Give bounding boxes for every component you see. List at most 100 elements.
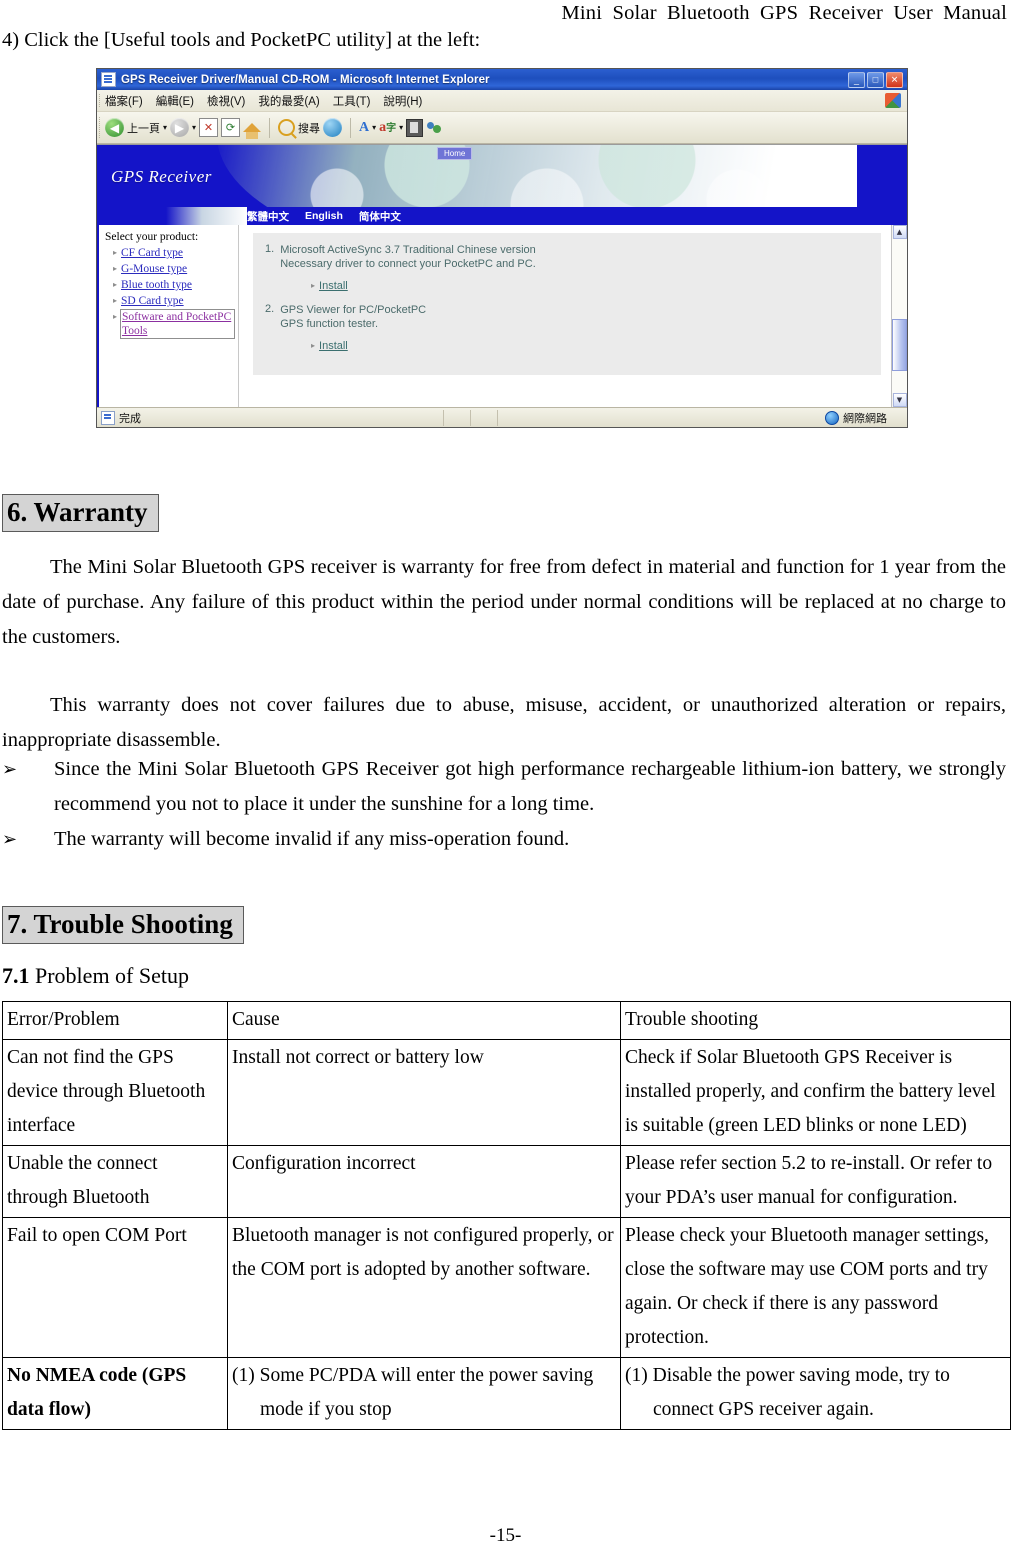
forward-arrow-icon: ▶ (170, 118, 190, 137)
font-size-button[interactable]: A ▾ (359, 120, 376, 136)
menu-edit[interactable]: 編輯(E) (156, 93, 194, 109)
sidebar-item-cf-card-type[interactable]: ▸ CF Card type (113, 246, 234, 260)
back-dropdown-caret-icon[interactable]: ▾ (163, 123, 167, 132)
translate-dropdown-caret-icon[interactable]: ▾ (399, 123, 403, 132)
language-link-simplified-chinese[interactable]: 简体中文 (359, 209, 401, 224)
close-button[interactable]: ✕ (886, 71, 903, 88)
translate-button[interactable]: a字 ▾ (379, 119, 403, 136)
cell-fix: Check if Solar Bluetooth GPS Receiver is… (620, 1039, 1011, 1146)
install-link[interactable]: Install (319, 280, 348, 292)
ie-menu-bar: 檔案(F) 編輯(E) 檢視(V) 我的最愛(A) 工具(T) 說明(H) (97, 90, 907, 112)
status-pane-3 (496, 409, 524, 426)
bullet-triangle-icon: ▸ (311, 281, 316, 290)
close-icon: ✕ (890, 74, 899, 84)
forward-dropdown-caret-icon[interactable]: ▾ (192, 123, 196, 132)
ie-title-bar: GPS Receiver Driver/Manual CD-ROM - Micr… (97, 69, 907, 90)
menu-favorites[interactable]: 我的最愛(A) (258, 93, 319, 109)
ie-status-bar: 完成 網際網路 (97, 407, 907, 427)
running-header: Mini Solar Bluetooth GPS Receiver User M… (561, 2, 1007, 24)
sidebar-title: Select your product: (105, 231, 199, 243)
cell-error: Can not find the GPS device through Blue… (2, 1039, 228, 1146)
table-row: Can not find the GPS device through Blue… (2, 1039, 1011, 1146)
letter-a-icon: A (359, 119, 370, 135)
heading-warranty: 6. Warranty (2, 494, 159, 532)
sidebar-item-label: G-Mouse type (121, 263, 188, 275)
stop-button[interactable]: ✕ (199, 118, 219, 137)
home-button[interactable] (243, 123, 262, 139)
install-link[interactable]: Install (319, 340, 348, 352)
bullet-triangle-icon: ▸ (311, 341, 316, 350)
forward-button[interactable]: ▶ ▾ (170, 118, 196, 137)
table-row: No NMEA code (GPS data flow) (1) Some PC… (2, 1357, 1011, 1430)
warranty-bullet-2: ➢ The warranty will become invalid if an… (2, 822, 1006, 857)
refresh-button[interactable]: ⟳ (221, 118, 241, 137)
bullet-triangle-icon: ▸ (113, 296, 118, 305)
status-pane-2 (469, 409, 497, 426)
cell-fix: (1) Disable the power saving mode, try t… (620, 1357, 1011, 1430)
back-button[interactable]: ◀ 上一頁 ▾ (105, 118, 167, 137)
media-button[interactable] (406, 118, 424, 137)
warranty-paragraph-1-text: The Mini Solar Bluetooth GPS receiver is… (2, 556, 1006, 648)
tool-item-number: 1. (265, 243, 275, 255)
favorites-icon[interactable] (323, 118, 343, 137)
arrow-bullet-icon: ➢ (2, 759, 18, 780)
home-tab-button[interactable]: Home (437, 147, 473, 160)
scroll-down-arrow-icon[interactable]: ▼ (892, 393, 907, 407)
toolbar-separator-2 (350, 117, 352, 138)
sidebar-item-blue-tooth-type[interactable]: ▸ Blue tooth type (113, 278, 234, 292)
messenger-icon[interactable] (426, 120, 443, 136)
ie-toolbar: ◀ 上一頁 ▾ ▶ ▾ ✕ ⟳ 搜尋 A ▾ a字 ▾ (97, 112, 907, 144)
heading-trouble-shooting: 7. Trouble Shooting (2, 906, 244, 944)
search-button[interactable]: 搜尋 (278, 119, 320, 136)
install-link-row-2[interactable]: ▸ Install (311, 339, 869, 353)
table-row: Fail to open COM Port Bluetooth manager … (2, 1217, 1011, 1358)
install-link-row-1[interactable]: ▸ Install (311, 279, 869, 293)
trouble-shooting-table: Error/Problem Cause Trouble shooting Can… (2, 1001, 1011, 1430)
tool-item-number: 2. (265, 303, 275, 315)
menu-view[interactable]: 檢視(V) (207, 93, 245, 109)
vertical-scrollbar[interactable]: ▲ ▼ (891, 225, 907, 407)
sidebar-item-software-and-pocketpc-tools[interactable]: ▸ Software and PocketPC Tools (113, 309, 235, 339)
ie-document-icon (101, 72, 116, 87)
sidebar-item-sd-card-type[interactable]: ▸ SD Card type (113, 294, 234, 308)
status-document-icon (101, 410, 115, 425)
table-header-cause: Cause (227, 1001, 621, 1040)
tool-item-text: GPS Viewer for PC/PocketPC GPS function … (280, 303, 426, 331)
bullet-triangle-icon: ▸ (113, 248, 118, 257)
home-icon (243, 123, 262, 139)
language-link-english[interactable]: English (305, 210, 343, 222)
cell-cause-text: (1) Some PC/PDA will enter the power sav… (232, 1365, 594, 1420)
scroll-up-arrow-icon[interactable]: ▲ (892, 225, 907, 239)
cell-cause: (1) Some PC/PDA will enter the power sav… (227, 1357, 621, 1430)
bullet-triangle-icon: ▸ (113, 312, 118, 321)
menu-tools[interactable]: 工具(T) (333, 93, 371, 109)
translate-icon: a字 (379, 120, 397, 135)
status-pane-1 (442, 409, 470, 426)
subheading-number: 7.1 (2, 963, 30, 988)
status-text-left: 完成 (119, 412, 141, 425)
sidebar-item-g-mouse-type[interactable]: ▸ G-Mouse type (113, 262, 234, 276)
cell-cause: Install not correct or battery low (227, 1039, 621, 1146)
intro-step-line: 4) Click the [Useful tools and PocketPC … (2, 29, 481, 51)
language-link-traditional-chinese[interactable]: 繁體中文 (247, 209, 289, 224)
scrollbar-thumb[interactable] (892, 319, 907, 371)
warranty-paragraph-1: The Mini Solar Bluetooth GPS receiver is… (2, 550, 1006, 655)
windows-logo-icon (885, 93, 901, 108)
menu-help[interactable]: 說明(H) (383, 93, 422, 109)
tools-panel: 1. Microsoft ActiveSync 3.7 Traditional … (253, 233, 881, 375)
font-dropdown-caret-icon[interactable]: ▾ (372, 123, 376, 132)
minimize-button[interactable]: _ (848, 71, 865, 88)
ie-window: GPS Receiver Driver/Manual CD-ROM - Micr… (97, 69, 907, 427)
cell-error: Unable the connect through Bluetooth (2, 1145, 228, 1218)
warranty-paragraph-2-text: This warranty does not cover failures du… (2, 694, 1006, 751)
warranty-bullet-1: ➢ Since the Mini Solar Bluetooth GPS Rec… (2, 752, 1006, 822)
cell-cause: Bluetooth manager is not configured prop… (227, 1217, 621, 1358)
cell-fix: Please refer section 5.2 to re-install. … (620, 1145, 1011, 1218)
site-banner-title: GPS Receiver (111, 167, 212, 186)
menu-file[interactable]: 檔案(F) (105, 93, 143, 109)
page-content-area: Select your product: ▸ CF Card type ▸ G-… (97, 225, 907, 407)
bullet-triangle-icon: ▸ (113, 264, 118, 273)
maximize-button[interactable]: □ (867, 71, 884, 88)
cell-error: No NMEA code (GPS data flow) (2, 1357, 228, 1430)
warranty-bullet-1-text: Since the Mini Solar Bluetooth GPS Recei… (54, 758, 1006, 815)
